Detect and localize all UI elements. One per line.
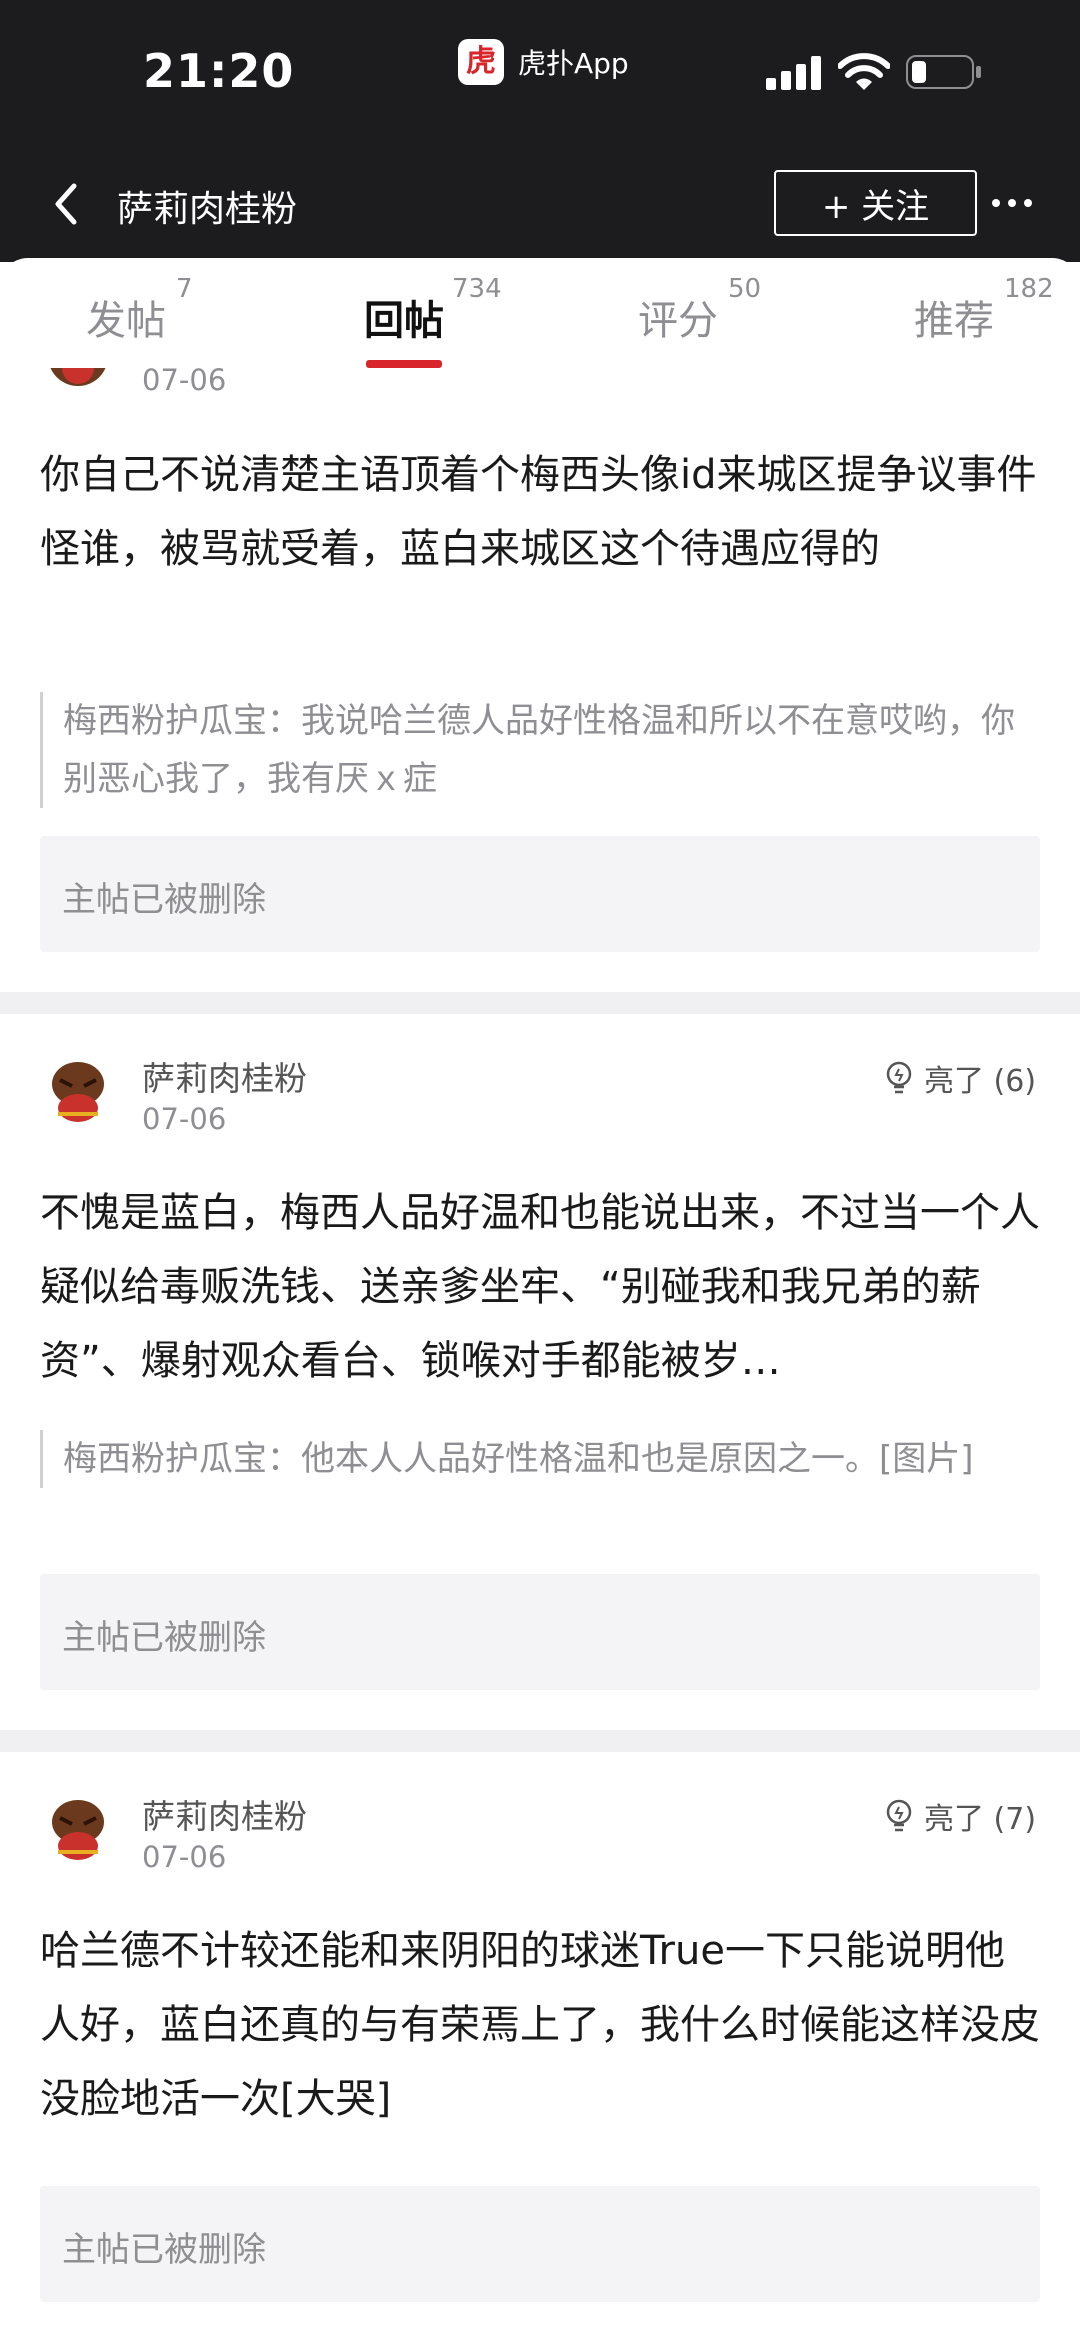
tab-posts[interactable]: 发帖 7	[86, 274, 193, 346]
app-badge: 虎 虎扑App	[458, 38, 629, 86]
tab-replies[interactable]: 回帖 734	[364, 274, 502, 346]
avatar[interactable]	[42, 1054, 114, 1126]
quoted-comment[interactable]: 梅西粉护瓜宝：他本人人品好性格温和也是原因之一。[图片]	[40, 1430, 1033, 1488]
author-name[interactable]: 萨莉肉桂粉	[142, 1052, 307, 1100]
avatar[interactable]	[42, 1792, 114, 1864]
post-date: 07-06	[142, 363, 227, 397]
app-name: 虎扑App	[518, 47, 629, 80]
reply-text[interactable]: 哈兰德不计较还能和来阴阳的球迷True一下只能说明他人好，蓝白还真的与有荣焉上了…	[40, 1914, 1040, 2136]
active-tab-indicator	[366, 360, 442, 368]
cellular-signal-icon	[766, 56, 821, 90]
post-date: 07-06	[142, 1102, 227, 1136]
profile-title: 萨莉肉桂粉	[117, 189, 298, 230]
status-time: 21:20	[143, 44, 295, 98]
reply-text[interactable]: 不愧是蓝白，梅西人品好温和也能说出来，不过当一个人疑似给毒贩洗钱、送亲爹坐牢、“…	[40, 1176, 1040, 1398]
deleted-main-post: 主帖已被删除	[40, 2186, 1040, 2302]
battery-icon	[906, 55, 981, 89]
more-options-icon[interactable]	[990, 178, 1034, 228]
follow-button[interactable]: + 关注	[774, 170, 977, 236]
reply-text[interactable]: 你自己不说清楚主语顶着个梅西头像id来城区提争议事件怪谁，被骂就受着，蓝白来城区…	[40, 438, 1040, 586]
divider	[0, 1730, 1080, 1752]
wifi-icon	[838, 53, 890, 90]
post-date: 07-06	[142, 1840, 227, 1874]
like-count[interactable]: 亮了 (6)	[884, 1056, 1036, 1100]
top-bar: 21:20 虎 虎扑App 萨莉肉桂粉 + 关注	[0, 0, 1080, 262]
tab-recommend[interactable]: 推荐 182	[914, 274, 1054, 346]
like-count[interactable]: 亮了 (7)	[884, 1794, 1036, 1838]
deleted-main-post: 主帖已被删除	[40, 836, 1040, 952]
lightbulb-icon	[886, 1799, 912, 1832]
back-icon[interactable]	[46, 174, 86, 234]
lightbulb-icon	[886, 1061, 912, 1094]
deleted-main-post: 主帖已被删除	[40, 1574, 1040, 1690]
divider	[0, 992, 1080, 1014]
tab-bar: 发帖 7 回帖 734 评分 50 推荐 182	[0, 258, 1080, 368]
quoted-comment[interactable]: 梅西粉护瓜宝：我说哈兰德人品好性格温和所以不在意哎哟，你别恶心我了，我有厌ｘ症	[40, 692, 1033, 808]
tab-ratings[interactable]: 评分 50	[638, 274, 761, 346]
author-name[interactable]: 萨莉肉桂粉	[142, 1790, 307, 1838]
hupu-logo-icon: 虎	[458, 39, 504, 85]
